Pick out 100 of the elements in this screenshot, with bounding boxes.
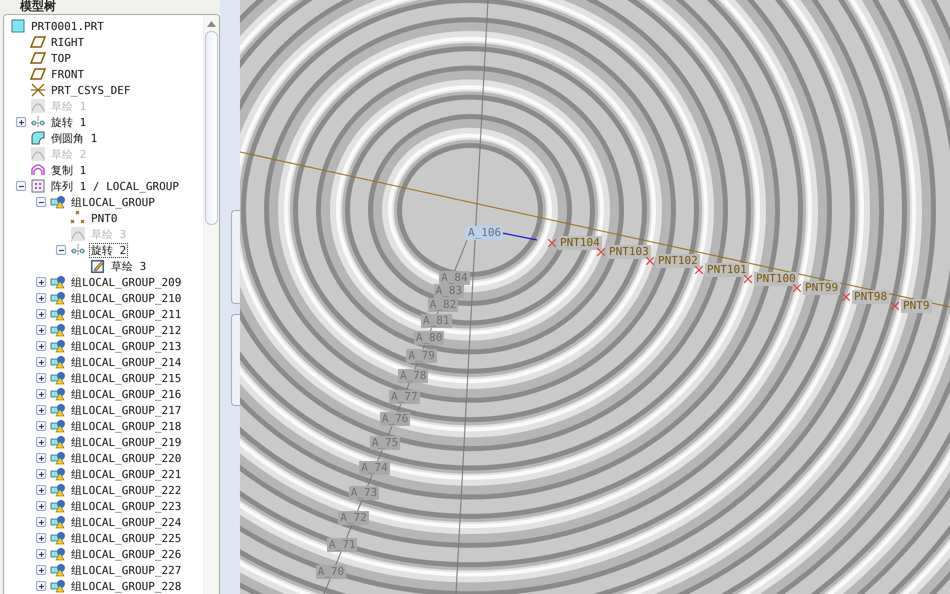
tree-item[interactable]: 组LOCAL_GROUP_227 — [70, 564, 182, 576]
point-label: PNT103 — [607, 245, 651, 259]
expand-toggle[interactable] — [36, 325, 46, 335]
group-icon — [50, 467, 66, 481]
axis-label: A_82 — [428, 298, 458, 312]
tree-item[interactable]: PRT0001.PRT — [30, 20, 105, 32]
tree-item[interactable]: 阵列 1 / LOCAL_GROUP — [50, 180, 180, 192]
copy-icon — [30, 163, 46, 177]
group-icon — [50, 291, 66, 305]
expand-toggle[interactable] — [36, 389, 46, 399]
tree-item[interactable]: 组LOCAL_GROUP_215 — [70, 372, 182, 384]
tree-item[interactable]: 组LOCAL_GROUP_217 — [70, 404, 182, 416]
scroll-up-icon[interactable] — [207, 21, 216, 27]
tree-item[interactable]: 组LOCAL_GROUP_216 — [70, 388, 182, 400]
round-icon — [30, 131, 46, 145]
tree-item[interactable]: RIGHT — [50, 36, 86, 48]
point-marker-icon — [891, 302, 899, 310]
panel-handle[interactable] — [231, 314, 240, 406]
tree-item[interactable]: 组LOCAL_GROUP_210 — [70, 292, 182, 304]
point-marker-icon — [695, 266, 703, 274]
expand-toggle[interactable] — [36, 277, 46, 287]
tree-item[interactable]: 复制 1 — [50, 164, 88, 176]
axis-label: A_75 — [370, 436, 400, 450]
group-icon — [50, 387, 66, 401]
expand-toggle[interactable] — [16, 117, 26, 127]
point-marker-icon — [548, 239, 556, 247]
sketch-icon — [30, 99, 46, 113]
tree-item[interactable]: 组LOCAL_GROUP — [70, 196, 156, 208]
scroll-thumb[interactable] — [205, 31, 218, 225]
group-icon — [50, 275, 66, 289]
plane-icon — [30, 51, 46, 65]
axis-label: A_80 — [414, 331, 444, 345]
expand-toggle[interactable] — [36, 197, 46, 207]
tree-item[interactable]: 草绘 3 — [110, 260, 148, 272]
expand-toggle[interactable] — [36, 581, 46, 591]
tree-item[interactable]: 组LOCAL_GROUP_222 — [70, 484, 182, 496]
expand-toggle[interactable] — [36, 421, 46, 431]
expand-toggle[interactable] — [36, 501, 46, 511]
tree-item[interactable]: PRT_CSYS_DEF — [50, 84, 132, 96]
point-marker-icon — [597, 248, 605, 256]
tree-item[interactable]: FRONT — [50, 68, 86, 80]
point-label: PNT98 — [852, 290, 890, 304]
sketch-icon — [30, 147, 46, 161]
tree-item[interactable]: 组LOCAL_GROUP_219 — [70, 436, 182, 448]
tree-item[interactable]: 组LOCAL_GROUP_221 — [70, 468, 182, 480]
group-icon — [50, 339, 66, 353]
tree-item[interactable]: 旋转 1 — [50, 116, 88, 128]
coordinate-system-icon — [30, 83, 46, 97]
expand-toggle[interactable] — [36, 437, 46, 447]
axis-label: A_74 — [359, 461, 390, 475]
axis-label: A_84 — [439, 271, 470, 285]
pattern-icon — [30, 179, 46, 193]
point-marker-icon — [744, 275, 752, 283]
point-marker-icon — [793, 284, 801, 292]
expand-toggle[interactable] — [36, 405, 46, 415]
expand-toggle[interactable] — [36, 517, 46, 527]
panel-title: 模型树 — [20, 0, 56, 12]
expand-toggle[interactable] — [36, 565, 46, 575]
axis-label: A_83 — [434, 284, 464, 298]
axis-label: A_76 — [380, 412, 410, 426]
revolve-icon — [30, 115, 46, 129]
revolve-icon — [70, 243, 86, 257]
axis-label: A_72 — [338, 511, 369, 525]
expand-toggle[interactable] — [36, 549, 46, 559]
group-icon — [50, 547, 66, 561]
axis-label: A_71 — [326, 538, 358, 552]
axis-label: A_77 — [389, 390, 420, 404]
expand-toggle[interactable] — [56, 245, 66, 255]
tree-item[interactable]: 旋转 2 — [90, 244, 128, 256]
group-icon — [50, 195, 66, 209]
expand-toggle[interactable] — [36, 357, 46, 367]
expand-toggle[interactable] — [16, 181, 26, 191]
tree-item[interactable]: TOP — [50, 52, 72, 64]
tree-item[interactable]: 组LOCAL_GROUP_224 — [70, 516, 182, 528]
expand-toggle[interactable] — [36, 341, 46, 351]
scrollbar[interactable] — [203, 15, 219, 594]
tree-item[interactable]: 组LOCAL_GROUP_223 — [70, 500, 182, 512]
point-label: PNT9 — [901, 299, 932, 313]
tree-item[interactable]: 组LOCAL_GROUP_212 — [70, 324, 182, 336]
tree-item[interactable]: 组LOCAL_GROUP_226 — [70, 548, 182, 560]
tree-item[interactable]: PNT0 — [90, 212, 118, 224]
expand-toggle[interactable] — [36, 533, 46, 543]
tree-item[interactable]: 组LOCAL_GROUP_209 — [70, 276, 182, 288]
expand-toggle[interactable] — [36, 485, 46, 495]
tree-item[interactable]: 组LOCAL_GROUP_213 — [70, 340, 182, 352]
tree-item[interactable]: 组LOCAL_GROUP_228 — [70, 580, 182, 592]
tree-item[interactable]: 组LOCAL_GROUP_225 — [70, 532, 182, 544]
expand-toggle[interactable] — [36, 469, 46, 479]
panel-handle[interactable] — [231, 210, 240, 304]
expand-toggle[interactable] — [36, 309, 46, 319]
tree-item[interactable]: 倒圆角 1 — [50, 132, 98, 144]
tree-item[interactable]: 组LOCAL_GROUP_218 — [70, 420, 182, 432]
tree-item[interactable]: 组LOCAL_GROUP_220 — [70, 452, 182, 464]
tree-item[interactable]: 组LOCAL_GROUP_214 — [70, 356, 182, 368]
expand-toggle[interactable] — [36, 293, 46, 303]
sketch-icon — [70, 227, 86, 241]
expand-toggle[interactable] — [36, 453, 46, 463]
expand-toggle[interactable] — [36, 373, 46, 383]
tree-item[interactable]: 组LOCAL_GROUP_211 — [70, 308, 182, 320]
group-icon — [50, 515, 66, 529]
